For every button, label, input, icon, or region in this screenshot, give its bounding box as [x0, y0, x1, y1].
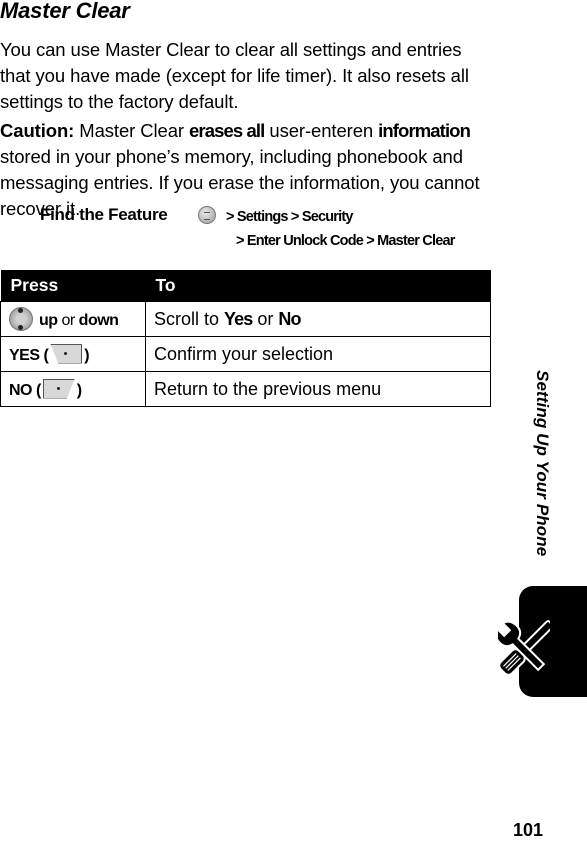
caution-emphasis: information [378, 120, 471, 141]
find-feature-label: Find the Feature [40, 205, 168, 224]
option-yes: Yes [224, 308, 253, 329]
header-press: Press [0, 270, 146, 302]
table-row: NO () Return to the previous menu [0, 371, 491, 407]
section-title: Master Clear [0, 0, 130, 23]
to-cell: Scroll to Yes or No [145, 301, 491, 337]
nav-key-icon [9, 307, 33, 331]
table-row: up or down Scroll to Yes or No [0, 301, 491, 337]
caution-text: Master Clear [74, 120, 189, 141]
wrench-screwdriver-icon [498, 620, 550, 676]
press-cell: up or down [0, 301, 146, 337]
intro-paragraph: You can use Master Clear to clear all se… [0, 39, 469, 112]
press-key: up [39, 312, 58, 329]
press-cell: NO () [0, 371, 146, 407]
chapter-title: Setting Up Your Phone [533, 370, 552, 557]
caution-label: Caution: [0, 120, 75, 141]
table-row: YES () Confirm your selection [0, 336, 491, 372]
to-text: or [252, 308, 279, 329]
press-key: YES ( [9, 346, 49, 364]
to-text: Scroll to [154, 308, 225, 329]
press-close: ) [76, 381, 82, 399]
to-cell: Confirm your selection [145, 336, 491, 372]
right-soft-key-icon [42, 378, 75, 399]
to-cell: Return to the previous menu [145, 371, 491, 407]
press-key: NO ( [9, 381, 41, 399]
press-cell: YES () [0, 336, 146, 372]
page-number: 101 [513, 820, 544, 840]
feature-path-line2: > Enter Unlock Code > Master Clear [236, 233, 455, 249]
press-to-table: Press To up or down Scroll to Yes or No … [0, 270, 491, 407]
press-or: or [57, 312, 79, 329]
caution-text: user-enteren [264, 120, 379, 141]
table-header: Press To [0, 270, 491, 302]
caution-emphasis: erases all [189, 120, 265, 141]
feature-path-line1: > Settings > Security [226, 209, 353, 225]
feature-path: > Settings > Security > Enter Unlock Cod… [198, 205, 455, 253]
option-no: No [278, 308, 301, 329]
press-close: ) [84, 346, 90, 364]
header-to: To [145, 270, 491, 302]
menu-key-icon [198, 206, 216, 224]
left-soft-key-icon [50, 343, 83, 364]
press-key: down [78, 312, 119, 329]
